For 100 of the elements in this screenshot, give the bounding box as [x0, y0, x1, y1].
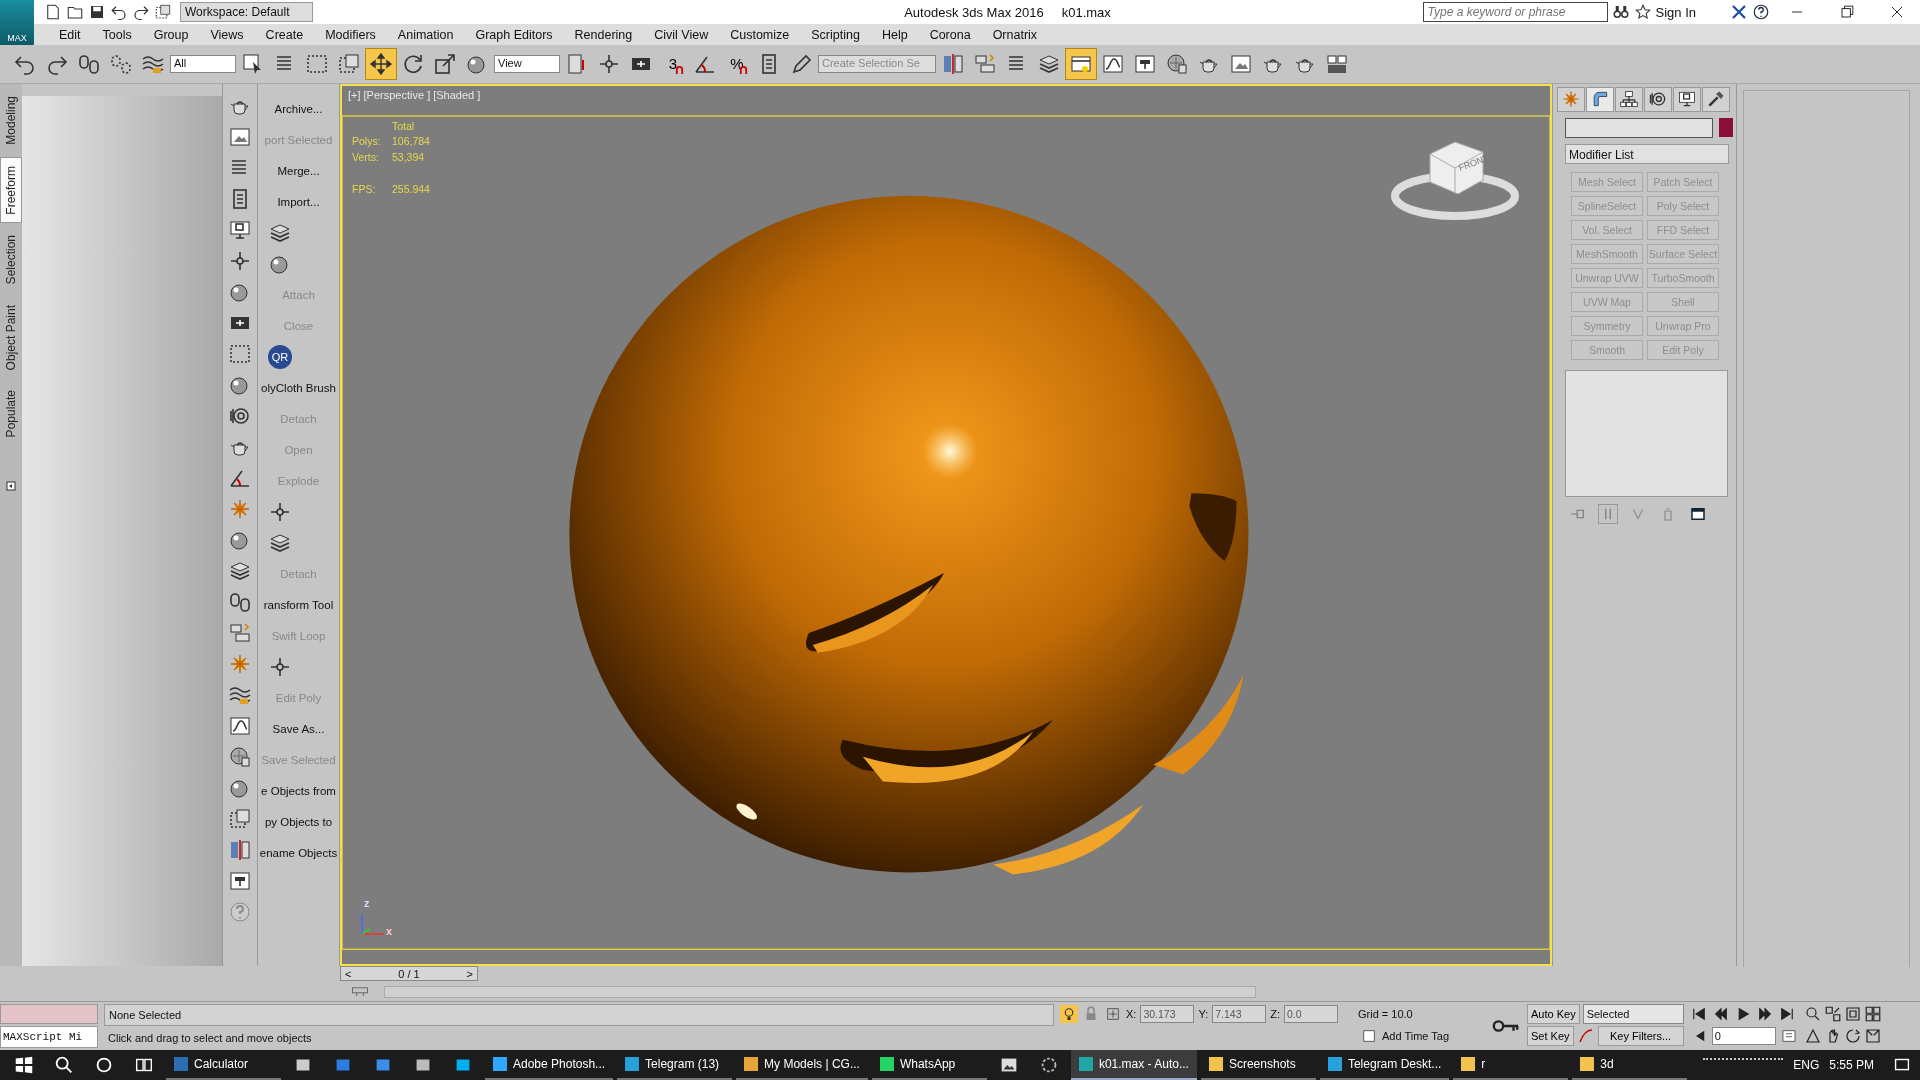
ribbon-button[interactable]	[1066, 48, 1096, 79]
clock[interactable]: 5:55 PM	[1829, 1058, 1874, 1072]
material-ball-icon[interactable]	[228, 744, 252, 769]
search-field[interactable]: Type a keyword or phrase	[1422, 2, 1608, 22]
tool-button[interactable]: Archive...	[274, 93, 323, 125]
key-icon[interactable]	[1491, 1018, 1521, 1035]
menu-item[interactable]: Scripting	[800, 27, 871, 42]
previous-frame-button[interactable]: <	[345, 967, 352, 980]
menu-item[interactable]: Corona	[918, 27, 982, 42]
taskbar-item[interactable]: Adobe Photosh...	[485, 1050, 614, 1080]
menu-item[interactable]: Views	[199, 27, 255, 42]
menu-item[interactable]: Edit	[48, 27, 92, 42]
menu-item[interactable]: Ornatrix	[981, 27, 1049, 42]
ribbon-tab[interactable]: Modeling	[1, 87, 21, 153]
bulb-icon[interactable]	[1060, 1005, 1078, 1024]
qr-badge-button[interactable]: QR	[268, 345, 292, 370]
field-of-view-icon[interactable]	[1803, 1027, 1822, 1046]
track-bar-icon[interactable]	[350, 985, 370, 998]
circles-tab[interactable]	[1644, 86, 1672, 112]
workspace-dropdown[interactable]: Workspace: Default	[180, 2, 313, 22]
mirror-icon[interactable]	[228, 837, 252, 862]
menu-item[interactable]: Customize	[719, 27, 801, 42]
save-icon[interactable]	[88, 3, 106, 21]
tool-button[interactable]: ename Objects	[259, 837, 338, 869]
orbit-icon[interactable]	[1843, 1027, 1862, 1046]
zoom-extents-all-icon[interactable]	[1863, 1005, 1882, 1024]
taskbar-item[interactable]: Telegram (13)	[617, 1050, 733, 1080]
redo-icon[interactable]	[132, 3, 150, 21]
move-arrows-button[interactable]	[366, 48, 396, 79]
new-file-icon[interactable]	[44, 3, 62, 21]
menu-item[interactable]: Create	[254, 27, 315, 42]
viewport-label[interactable]: [Shaded ]	[433, 88, 481, 101]
binoculars-icon[interactable]	[1611, 3, 1630, 21]
track-bar[interactable]	[384, 985, 1256, 998]
taskbar-item[interactable]: Telegram Deskt...	[1319, 1050, 1450, 1080]
taskbar-item[interactable]: 3d	[1572, 1050, 1688, 1080]
star-icon[interactable]	[1633, 3, 1652, 21]
tool-button[interactable]: olyCloth Brush	[261, 372, 336, 404]
key-filters-button[interactable]: Key Filters...	[1597, 1026, 1684, 1047]
hierarchy-tab[interactable]	[1615, 86, 1643, 112]
sign-in-button[interactable]: Sign In	[1655, 4, 1696, 20]
tool-button[interactable]: py Objects to	[264, 806, 333, 838]
expand-icon[interactable]	[6, 479, 16, 494]
viewport-label[interactable]: [Perspective ]	[363, 88, 431, 101]
listener-field[interactable]	[0, 1004, 98, 1024]
tool-button[interactable]: Import...	[277, 186, 320, 218]
y-coordinate-field[interactable]: 7.143	[1212, 1005, 1267, 1024]
menu-item[interactable]: Graph Editors	[464, 27, 564, 42]
ribbon-tab[interactable]: Object Paint	[1, 296, 21, 379]
ribbon-tab[interactable]: Selection	[1, 227, 21, 293]
tool-button[interactable]: ransform Tool	[263, 589, 334, 621]
menu-item[interactable]: Group	[142, 27, 200, 42]
zoom-all-icon[interactable]	[1823, 1005, 1842, 1024]
color-swatch[interactable]	[1719, 117, 1733, 137]
taskbar-item[interactable]: r	[1453, 1050, 1569, 1080]
undo-icon[interactable]	[110, 3, 128, 21]
taskbar-item[interactable]: k01.max - Auto...	[1070, 1050, 1197, 1080]
help-icon[interactable]	[1752, 3, 1770, 21]
toolbar-dropdown[interactable]: All	[170, 54, 236, 73]
taskbar-item[interactable]: Screenshots	[1200, 1050, 1316, 1080]
modifier-list-dropdown[interactable]: Modifier List	[1565, 143, 1729, 164]
menu-item[interactable]: Rendering	[563, 27, 644, 42]
zoom-extents-icon[interactable]	[1843, 1005, 1862, 1024]
next-frame-button[interactable]: >	[466, 967, 473, 980]
application-button[interactable]: MAX	[0, 0, 34, 45]
toolbar-dropdown[interactable]: View	[494, 54, 560, 73]
tool-button[interactable]: Save As...	[272, 713, 325, 745]
maximize-icon[interactable]	[1863, 1027, 1882, 1046]
monitor-tab[interactable]	[1673, 86, 1701, 112]
z-coordinate-field[interactable]: 0.0	[1284, 1005, 1338, 1024]
project-icon[interactable]	[154, 3, 172, 21]
menu-item[interactable]: Modifiers	[314, 27, 387, 42]
taskbar-item[interactable]: WhatsApp	[871, 1050, 987, 1080]
dashed-squares-icon[interactable]	[228, 806, 252, 831]
menu-item[interactable]: Civil View	[643, 27, 720, 42]
align-icon[interactable]	[228, 620, 252, 645]
ribbon-tab[interactable]: Freeform	[0, 156, 22, 224]
x-coordinate-field[interactable]: 30.173	[1140, 1005, 1195, 1024]
taskbar-item[interactable]: Calculator	[166, 1050, 281, 1080]
object-name-field[interactable]	[1565, 117, 1713, 138]
x-logo-icon[interactable]	[1730, 3, 1748, 21]
menu-item[interactable]: Help	[870, 27, 919, 42]
menu-item[interactable]: Animation	[386, 27, 465, 42]
windows-start-icon[interactable]	[13, 1054, 35, 1076]
key-mode-dropdown[interactable]: Selected	[1582, 1004, 1684, 1025]
maxscript-field[interactable]: MAXScript Mi	[0, 1026, 98, 1048]
current-frame-field[interactable]: 0	[1711, 1027, 1776, 1046]
snap-toggle[interactable]: 3	[658, 48, 688, 79]
time-slider[interactable]: < 0 / 1 >	[340, 966, 478, 982]
auto-key-button[interactable]: Auto Key	[1527, 1004, 1580, 1025]
tool-button[interactable]: e Objects from	[261, 775, 336, 807]
sparkle-tab[interactable]	[1557, 86, 1585, 112]
ribbon-tab[interactable]: Populate	[1, 382, 21, 446]
set-key-button[interactable]: Set Key	[1527, 1026, 1574, 1047]
menu-item[interactable]: Tools	[91, 27, 143, 42]
search-icon[interactable]	[53, 1054, 75, 1076]
hammer-tab[interactable]	[1702, 86, 1730, 112]
add-time-tag-button[interactable]: Add Time Tag	[1382, 1030, 1450, 1043]
language-indicator[interactable]: ENG	[1793, 1058, 1820, 1072]
bent-pipe-tab[interactable]	[1586, 86, 1614, 112]
